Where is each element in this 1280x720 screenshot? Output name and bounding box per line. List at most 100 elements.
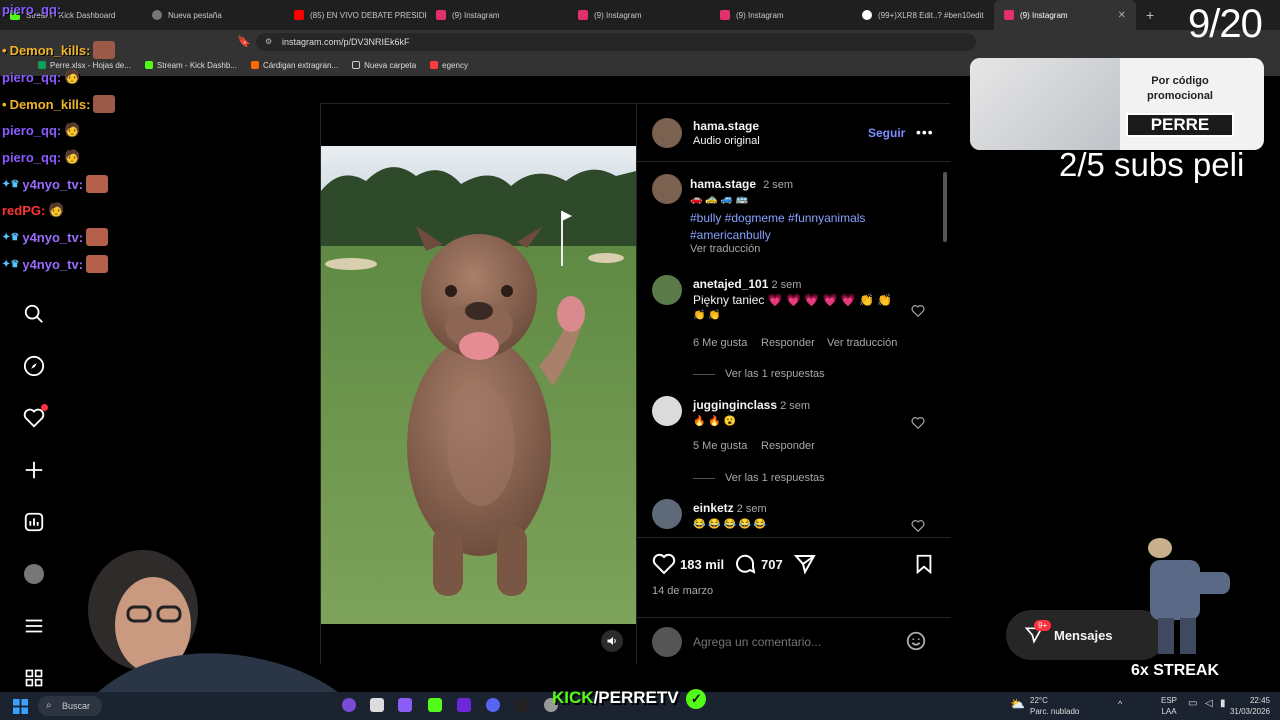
windows-start-icon[interactable] bbox=[13, 699, 28, 714]
taskbar-search[interactable]: ⌕ Buscar bbox=[38, 696, 102, 716]
dashboard-icon[interactable] bbox=[22, 510, 46, 534]
comment-avatar[interactable] bbox=[652, 396, 682, 426]
more-options-button[interactable]: ••• bbox=[916, 124, 934, 140]
battery-icon[interactable]: ▮ bbox=[1220, 698, 1226, 709]
save-bookmark-icon[interactable] bbox=[913, 552, 935, 576]
caption-header: hama.stage 2 sem bbox=[690, 177, 793, 191]
profile-avatar-icon[interactable] bbox=[22, 562, 46, 586]
comment-username[interactable]: jugginginclass bbox=[693, 398, 777, 412]
scrollbar-thumb[interactable] bbox=[943, 172, 947, 242]
comment-bubble-icon[interactable] bbox=[733, 552, 757, 576]
comment-avatar[interactable] bbox=[652, 275, 682, 305]
close-icon[interactable]: ✕ bbox=[1118, 10, 1126, 21]
comments-scrollbar[interactable] bbox=[943, 172, 947, 532]
comments-list: hama.stage 2 sem 🚗 🚕 🚙 🚌 #bully #dogmeme… bbox=[637, 162, 951, 537]
share-send-icon[interactable] bbox=[793, 552, 817, 576]
comment-translate-link[interactable]: Ver traducción bbox=[827, 337, 897, 349]
emoji-picker-icon[interactable] bbox=[905, 630, 927, 652]
caption-avatar[interactable] bbox=[652, 174, 682, 204]
caption-username[interactable]: hama.stage bbox=[690, 177, 756, 191]
author-avatar[interactable] bbox=[652, 118, 682, 148]
bookmark-kick[interactable]: Stream - Kick Dashb... bbox=[144, 61, 237, 70]
messages-badge: 9+ bbox=[1034, 620, 1052, 631]
volume-icon[interactable]: ◁ bbox=[1205, 698, 1213, 709]
site-info-icon[interactable]: ⚙ bbox=[265, 37, 272, 46]
comments-count[interactable]: 707 bbox=[761, 557, 783, 572]
app-icon[interactable] bbox=[515, 698, 529, 712]
chat-badges: ✦♛ bbox=[2, 258, 20, 270]
caption-translate-link[interactable]: Ver traducción bbox=[690, 243, 760, 255]
bookmark-folder[interactable]: Nueva carpeta bbox=[352, 61, 416, 70]
like-comment-heart-icon[interactable] bbox=[911, 519, 925, 533]
likes-count[interactable]: 183 mil bbox=[680, 557, 724, 572]
language-code: ESP bbox=[1161, 696, 1178, 705]
chat-username: piero_qq: bbox=[2, 122, 62, 138]
bookmark-cardigan[interactable]: Cárdigan extragran... bbox=[250, 61, 338, 70]
like-comment-heart-icon[interactable] bbox=[911, 416, 925, 430]
comment-reply-link[interactable]: Responder bbox=[761, 440, 815, 452]
tab-tiktok[interactable]: (99+)XLR8 Edit..? #ben10edit bbox=[852, 0, 994, 30]
bullet: • bbox=[2, 96, 7, 112]
comment-likes[interactable]: 6 Me gusta bbox=[693, 337, 747, 349]
comment-username[interactable]: einketz bbox=[693, 501, 734, 515]
view-replies-link[interactable]: Ver las 1 respuestas bbox=[725, 472, 825, 484]
app-icon[interactable] bbox=[370, 698, 384, 712]
weather-widget[interactable]: 22°C Parc. nublado bbox=[1030, 695, 1079, 717]
comment-username[interactable]: anetajed_101 bbox=[693, 277, 768, 291]
chat-line: piero_qq: bbox=[2, 2, 61, 17]
comment-avatar[interactable] bbox=[652, 499, 682, 529]
caption-hashtags[interactable]: #bully #dogmeme #funnyanimals bbox=[690, 211, 865, 225]
author-username[interactable]: hama.stage bbox=[693, 119, 759, 133]
shield-icon bbox=[152, 10, 162, 20]
network-icon[interactable]: ▭ bbox=[1188, 698, 1197, 709]
comment-reply-link[interactable]: Responder bbox=[761, 337, 815, 349]
tab-instagram-3[interactable]: (9) Instagram bbox=[710, 0, 852, 30]
discord-icon[interactable] bbox=[486, 698, 500, 712]
chat-emote bbox=[86, 255, 109, 273]
app-icon[interactable] bbox=[342, 698, 356, 712]
url-field[interactable]: ⚙ instagram.com/p/DV3NRIEk6kF bbox=[256, 33, 976, 51]
search-icon[interactable] bbox=[22, 302, 46, 326]
chevron-up-icon[interactable]: ^ bbox=[1118, 699, 1122, 709]
chat-username: piero_qq: bbox=[2, 2, 62, 17]
dog-photo-illustration bbox=[321, 146, 636, 624]
tab-new-tab[interactable]: Nueva pestaña bbox=[142, 0, 284, 30]
tab-instagram-2[interactable]: (9) Instagram bbox=[568, 0, 710, 30]
chat-username: redPG: bbox=[2, 202, 46, 218]
bookmark-egency[interactable]: egency bbox=[430, 61, 468, 70]
explore-icon[interactable] bbox=[22, 354, 46, 378]
webcam-feed bbox=[58, 535, 338, 692]
caption-emojis: 🚗 🚕 🚙 🚌 bbox=[690, 194, 749, 205]
tab-label: (99+)XLR8 Edit..? #ben10edit bbox=[878, 10, 984, 20]
create-plus-icon[interactable] bbox=[22, 458, 46, 482]
audio-label[interactable]: Audio original bbox=[693, 135, 760, 147]
comment-likes[interactable]: 5 Me gusta bbox=[693, 440, 747, 452]
weather-icon: ⛅ bbox=[1010, 697, 1025, 711]
kick-app-icon[interactable] bbox=[428, 698, 442, 712]
tab-instagram-active[interactable]: (9) Instagram ✕ bbox=[994, 0, 1136, 30]
comment-time: 2 sem bbox=[780, 400, 811, 412]
like-heart-icon[interactable] bbox=[652, 552, 676, 576]
post-photo[interactable] bbox=[321, 146, 636, 624]
app-icon[interactable] bbox=[398, 698, 412, 712]
add-comment-input[interactable] bbox=[693, 632, 893, 652]
mute-button[interactable] bbox=[601, 630, 623, 652]
bookmark-icon[interactable]: 🔖 bbox=[237, 35, 251, 48]
tab-instagram-1[interactable]: (9) Instagram bbox=[426, 0, 568, 30]
chat-line: ✦♛ y4nyo_tv: bbox=[2, 175, 109, 193]
promo-code: PERRE bbox=[1126, 113, 1234, 137]
kick-logo: KICK bbox=[552, 688, 594, 707]
like-comment-heart-icon[interactable] bbox=[911, 304, 925, 318]
notifications-heart-icon[interactable] bbox=[22, 404, 48, 430]
view-replies-link[interactable]: Ver las 1 respuestas bbox=[725, 368, 825, 380]
language-indicator[interactable]: ESP LAA bbox=[1161, 695, 1177, 717]
tab-youtube[interactable]: (85) EN VIVO DEBATE PRESIDE bbox=[284, 0, 426, 30]
caption-hashtags[interactable]: #americanbully bbox=[690, 228, 771, 242]
menu-icon[interactable] bbox=[22, 614, 46, 638]
new-tab-button[interactable]: + bbox=[1136, 7, 1164, 23]
clock[interactable]: 22:45 31/03/2026 bbox=[1226, 695, 1270, 717]
app-icon[interactable] bbox=[457, 698, 471, 712]
chat-badges: ✦♛ bbox=[2, 231, 20, 243]
follow-button[interactable]: Seguir bbox=[868, 126, 905, 140]
apps-icon[interactable] bbox=[22, 666, 46, 690]
